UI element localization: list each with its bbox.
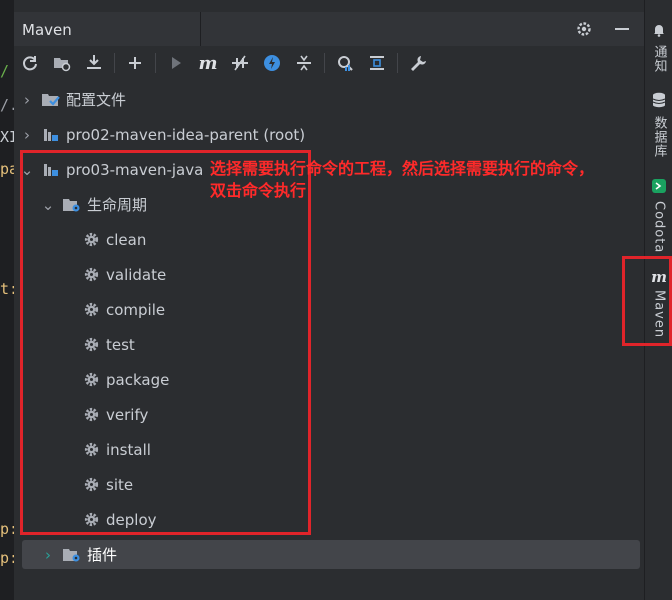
toggle-offline-icon[interactable] (224, 49, 256, 77)
settings-gear-icon[interactable] (568, 15, 600, 43)
config-folder-icon (42, 91, 60, 109)
download-icon[interactable] (78, 49, 110, 77)
database-icon (652, 92, 666, 112)
tab-codota[interactable]: Codota (645, 178, 672, 253)
tab-label: 数据库 (651, 116, 667, 158)
chevron-right-icon[interactable]: › (20, 126, 34, 144)
maven-tab-annotation-box (622, 256, 672, 346)
maven-title-bar: Maven (14, 12, 644, 46)
skip-tests-icon[interactable] (256, 49, 288, 77)
add-icon[interactable] (119, 49, 151, 77)
reimport-folder-icon[interactable] (46, 49, 78, 77)
codota-icon (652, 178, 666, 197)
tree-item-label: pro02-maven-idea-parent (root) (66, 125, 306, 144)
chevron-right-icon[interactable]: › (20, 91, 34, 109)
tab-notifications[interactable]: 通知 (645, 22, 672, 73)
tree-item-config-files[interactable]: › 配置文件 (20, 82, 126, 117)
maven-toolbar: m (14, 46, 644, 80)
panel-title: Maven (22, 21, 72, 39)
editor-fragment: p: (0, 520, 14, 538)
annotation-line-1: 选择需要执行命令的工程，然后选择需要执行的命令， (210, 159, 595, 178)
chevron-right-icon[interactable]: › (41, 546, 55, 564)
maven-project-icon (42, 126, 60, 144)
annotation-line-2: 双击命令执行 (210, 181, 307, 200)
tab-label: 通知 (651, 45, 667, 73)
annotation-highlight-box (20, 150, 311, 535)
analyze-dependencies-icon[interactable] (329, 49, 361, 77)
tree-item-label: 插件 (87, 546, 118, 564)
collapse-icon[interactable] (288, 49, 320, 77)
editor-fragment: XI (0, 128, 14, 146)
tree-item-project-parent[interactable]: › pro02-maven-idea-parent (root) (20, 117, 305, 152)
run-icon[interactable] (160, 49, 192, 77)
plugins-folder-icon (63, 546, 81, 564)
show-diagram-icon[interactable] (361, 49, 393, 77)
minimize-icon[interactable] (606, 15, 638, 43)
tab-database[interactable]: 数据库 (645, 92, 672, 158)
tree-item-plugins[interactable]: › 插件 (41, 537, 117, 572)
maven-m-icon[interactable]: m (192, 49, 224, 77)
tab-label: Codota (651, 201, 667, 254)
editor-fragment: /. (0, 96, 14, 114)
editor-fragment: t: (0, 280, 14, 298)
title-divider (200, 12, 201, 46)
tree-item-label: 配置文件 (66, 91, 127, 109)
reload-icon[interactable] (14, 49, 46, 77)
editor-fragment: p: (0, 549, 14, 567)
bell-icon (652, 22, 666, 41)
annotation-text: 选择需要执行命令的工程，然后选择需要执行的命令， 双击命令执行 (210, 158, 672, 202)
editor-gutter-strip: / /. XI pa t: p: p: (0, 0, 14, 600)
editor-fragment: / (0, 62, 10, 80)
editor-fragment: pa (0, 160, 14, 178)
wrench-icon[interactable] (402, 49, 434, 77)
